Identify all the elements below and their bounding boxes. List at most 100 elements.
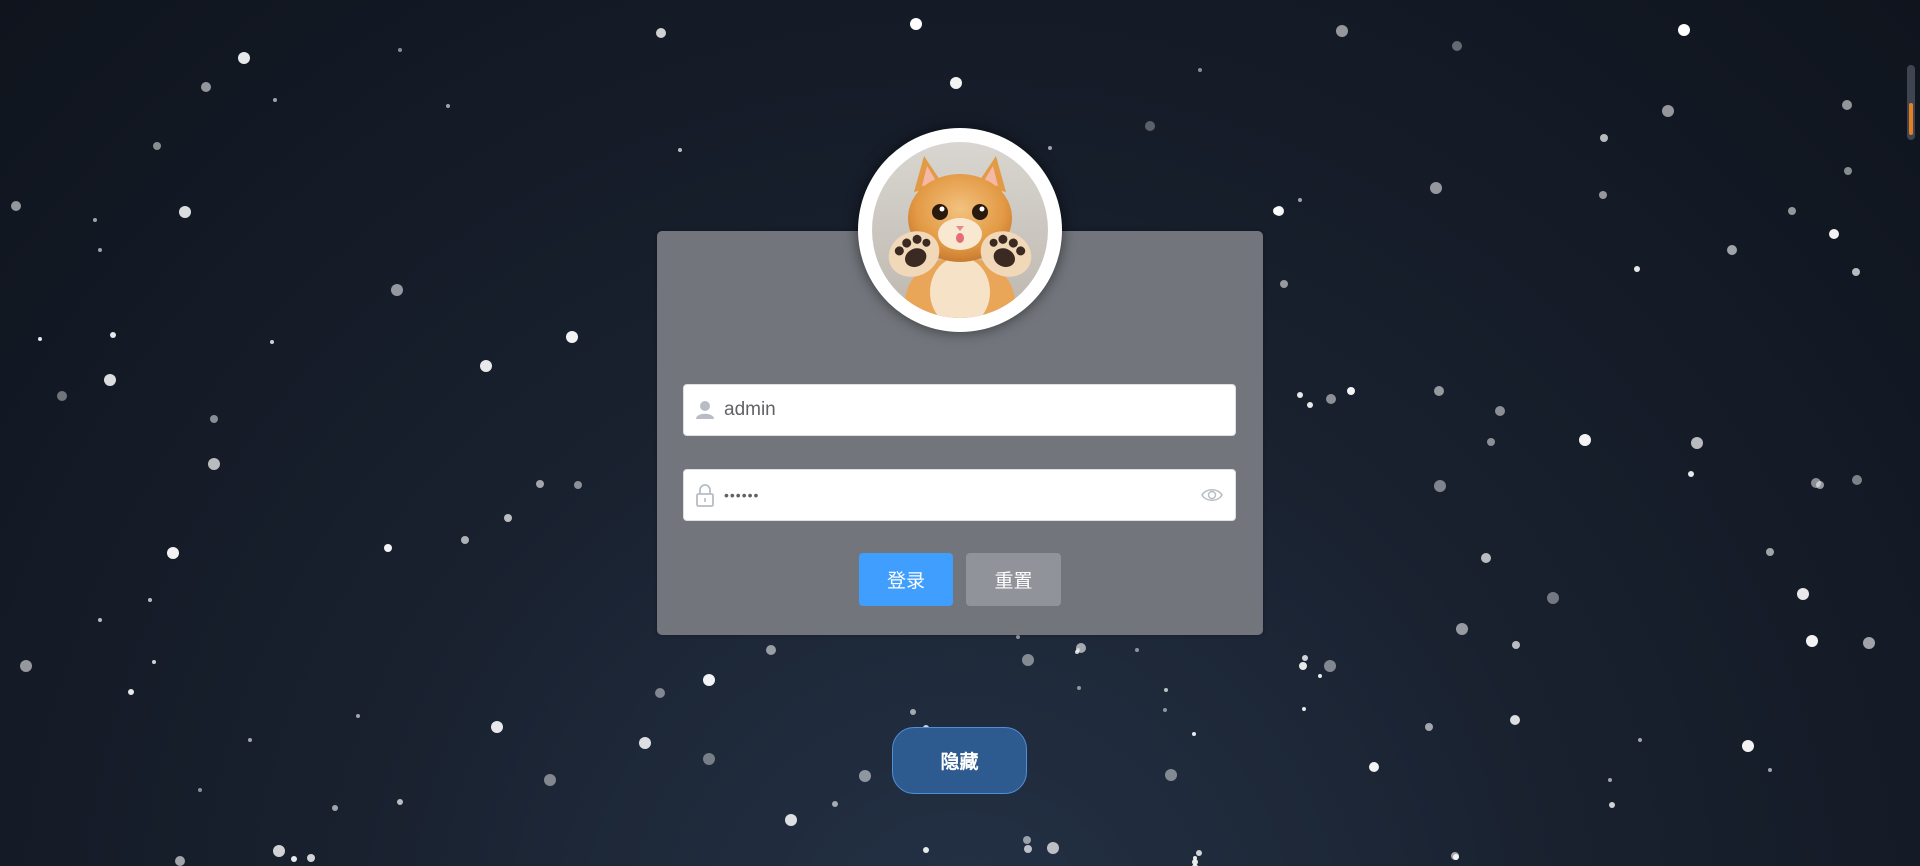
snowflake-dot bbox=[1297, 392, 1303, 398]
snowflake-dot bbox=[656, 28, 666, 38]
snowflake-dot bbox=[1579, 434, 1591, 446]
snowflake-dot bbox=[38, 337, 42, 341]
snowflake-dot bbox=[655, 688, 665, 698]
snowflake-dot bbox=[832, 801, 838, 807]
snowflake-dot bbox=[397, 799, 403, 805]
snowflake-dot bbox=[1016, 635, 1020, 639]
snowflake-dot bbox=[57, 391, 67, 401]
snowflake-dot bbox=[1196, 850, 1202, 856]
snowflake-dot bbox=[153, 142, 161, 150]
snowflake-dot bbox=[11, 201, 21, 211]
snowflake-dot bbox=[536, 480, 544, 488]
snowflake-dot bbox=[923, 847, 929, 853]
cat-avatar-image bbox=[872, 142, 1048, 318]
snowflake-dot bbox=[1022, 654, 1034, 666]
snowflake-dot bbox=[20, 660, 32, 672]
snowflake-dot bbox=[1609, 802, 1615, 808]
snowflake-dot bbox=[1727, 245, 1737, 255]
snowflake-dot bbox=[1336, 25, 1348, 37]
snowflake-dot bbox=[1369, 762, 1379, 772]
snowflake-dot bbox=[1608, 778, 1612, 782]
snowflake-dot bbox=[785, 814, 797, 826]
snowflake-dot bbox=[1430, 182, 1442, 194]
snowflake-dot bbox=[910, 709, 916, 715]
snowflake-dot bbox=[1688, 471, 1694, 477]
snowflake-dot bbox=[1766, 548, 1774, 556]
snowflake-dot bbox=[1076, 648, 1080, 652]
snowflake-dot bbox=[1192, 859, 1198, 865]
snowflake-dot bbox=[98, 248, 102, 252]
snowflake-dot bbox=[639, 737, 651, 749]
username-input[interactable] bbox=[724, 385, 1164, 435]
snowflake-dot bbox=[208, 458, 220, 470]
snowflake-dot bbox=[1829, 229, 1839, 239]
snowflake-dot bbox=[480, 360, 492, 372]
snowflake-dot bbox=[1495, 406, 1505, 416]
snowflake-dot bbox=[1863, 637, 1875, 649]
snowflake-dot bbox=[1165, 769, 1177, 781]
snowflake-dot bbox=[1135, 648, 1139, 652]
snowflake-dot bbox=[1547, 592, 1559, 604]
snowflake-dot bbox=[1811, 478, 1821, 488]
snowflake-dot bbox=[1852, 475, 1862, 485]
snowflake-dot bbox=[179, 206, 191, 218]
eye-icon[interactable] bbox=[1201, 484, 1223, 506]
snowflake-dot bbox=[461, 536, 469, 544]
snowflake-dot bbox=[201, 82, 211, 92]
user-icon bbox=[692, 397, 718, 423]
login-button[interactable]: 登录 bbox=[859, 553, 953, 606]
reset-button[interactable]: 重置 bbox=[966, 553, 1061, 606]
snowflake-dot bbox=[1481, 553, 1491, 563]
snowflake-dot bbox=[1510, 715, 1520, 725]
password-input[interactable] bbox=[724, 470, 1164, 520]
snowflake-dot bbox=[1048, 146, 1052, 150]
snowflake-dot bbox=[148, 598, 152, 602]
password-field[interactable] bbox=[683, 469, 1236, 521]
snowflake-dot bbox=[1318, 674, 1322, 678]
scroll-thumb[interactable] bbox=[1909, 103, 1913, 135]
snowflake-dot bbox=[1299, 662, 1307, 670]
snowflake-dot bbox=[270, 340, 274, 344]
snowflake-dot bbox=[1163, 708, 1167, 712]
snowflake-dot bbox=[273, 98, 277, 102]
snowflake-dot bbox=[1024, 845, 1032, 853]
snowflake-dot bbox=[1434, 480, 1446, 492]
snowflake-dot bbox=[1844, 167, 1852, 175]
snowflake-dot bbox=[766, 645, 776, 655]
snowflake-dot bbox=[175, 856, 185, 866]
snowflake-dot bbox=[1145, 121, 1155, 131]
snowflake-dot bbox=[1842, 100, 1852, 110]
snowflake-dot bbox=[859, 770, 871, 782]
username-field[interactable] bbox=[683, 384, 1236, 436]
snowflake-dot bbox=[210, 415, 218, 423]
snowflake-dot bbox=[1852, 268, 1860, 276]
snowflake-dot bbox=[1164, 688, 1168, 692]
snowflake-dot bbox=[391, 284, 403, 296]
snowflake-dot bbox=[384, 544, 392, 552]
snowflake-dot bbox=[703, 753, 715, 765]
snowflake-dot bbox=[1678, 24, 1690, 36]
snowflake-dot bbox=[198, 788, 202, 792]
snowflake-dot bbox=[1634, 266, 1640, 272]
snowflake-dot bbox=[1451, 852, 1459, 860]
snowflake-dot bbox=[1456, 623, 1468, 635]
snowflake-dot bbox=[910, 18, 922, 30]
snowflake-dot bbox=[1280, 280, 1288, 288]
snowflake-dot bbox=[1198, 68, 1202, 72]
snowflake-dot bbox=[1599, 191, 1607, 199]
snowflake-dot bbox=[1075, 650, 1079, 654]
snowflake-dot bbox=[491, 721, 503, 733]
scroll-indicator[interactable] bbox=[1907, 65, 1915, 140]
snowflake-dot bbox=[128, 689, 134, 695]
avatar-frame bbox=[858, 128, 1062, 332]
snowflake-dot bbox=[1076, 643, 1086, 653]
snowflake-dot bbox=[574, 481, 582, 489]
snowflake-dot bbox=[1326, 394, 1336, 404]
snowflake-dot bbox=[332, 805, 338, 811]
hide-button[interactable]: 隐藏 bbox=[892, 727, 1027, 794]
snowflake-dot bbox=[703, 674, 715, 686]
snowflake-dot bbox=[566, 331, 578, 343]
snowflake-dot bbox=[1193, 856, 1197, 860]
snowflake-dot bbox=[1691, 437, 1703, 449]
snowflake-dot bbox=[1047, 842, 1059, 854]
